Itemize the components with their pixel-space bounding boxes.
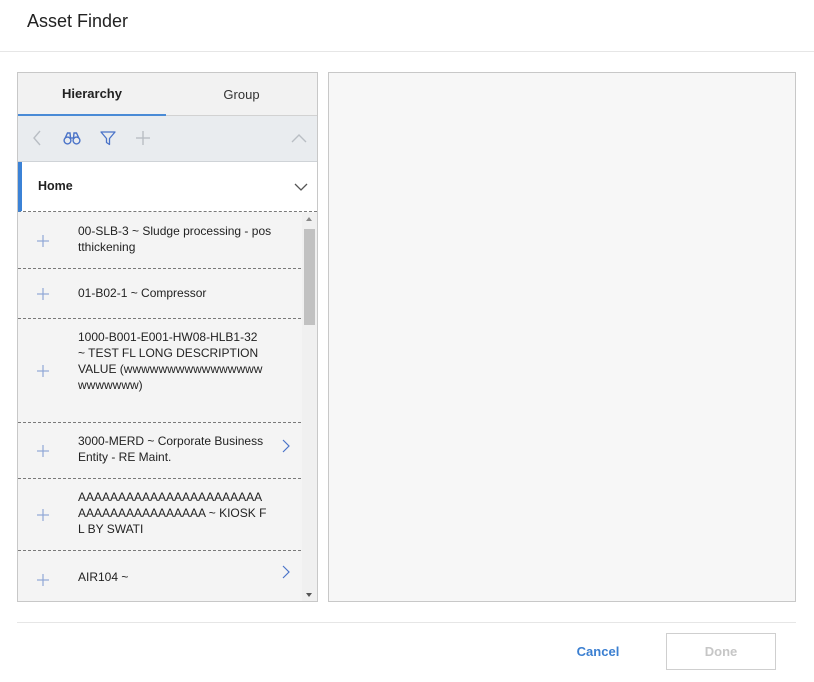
add-icon[interactable]: [36, 234, 50, 248]
tree-scrollbar[interactable]: [302, 213, 317, 601]
asset-tree-list: 00-SLB-3 ~ Sludge processing - postthick…: [18, 213, 301, 601]
scroll-up-icon[interactable]: [306, 217, 312, 221]
scrollbar-thumb[interactable]: [304, 229, 315, 325]
tab-group[interactable]: Group: [166, 73, 317, 116]
dialog-header: Asset Finder: [0, 0, 814, 52]
footer-divider: [17, 622, 796, 623]
dialog-title: Asset Finder: [27, 11, 129, 31]
tree-item-label: 1000-B001-E001-HW08-HLB1-32 ~ TEST FL LO…: [78, 330, 263, 392]
back-button[interactable]: [26, 127, 48, 149]
tree-item-label: AAAAAAAAAAAAAAAAAAAAAAAAAAAAAAAAAAAAAAA …: [78, 490, 267, 536]
home-label: Home: [38, 179, 73, 193]
binoculars-icon: [63, 132, 81, 145]
tree-item[interactable]: AAAAAAAAAAAAAAAAAAAAAAAAAAAAAAAAAAAAAAA …: [18, 479, 301, 551]
scroll-down-icon[interactable]: [306, 593, 312, 597]
tab-bar: Hierarchy Group: [18, 73, 317, 116]
tree-item[interactable]: 1000-B001-E001-HW08-HLB1-32 ~ TEST FL LO…: [18, 319, 301, 423]
home-node[interactable]: Home: [18, 162, 317, 212]
tree-item[interactable]: 00-SLB-3 ~ Sludge processing - postthick…: [18, 213, 301, 269]
chevron-right-icon[interactable]: [281, 565, 291, 579]
filter-icon: [100, 131, 116, 146]
add-icon[interactable]: [36, 364, 50, 378]
tree-item-label: 3000-MERD ~ Corporate Business Entity - …: [78, 434, 264, 464]
collapse-chevron-icon: [291, 134, 307, 143]
add-button[interactable]: [132, 127, 154, 149]
add-icon[interactable]: [36, 508, 50, 522]
tab-hierarchy[interactable]: Hierarchy: [18, 73, 166, 116]
tree-item[interactable]: 01-B02-1 ~ Compressor: [18, 269, 301, 319]
back-chevron-icon: [33, 130, 41, 146]
done-button[interactable]: Done: [666, 633, 776, 670]
add-icon: [136, 131, 150, 145]
add-icon[interactable]: [36, 573, 50, 587]
tree-item-label: 01-B02-1 ~ Compressor: [78, 286, 207, 300]
filter-button[interactable]: [97, 127, 119, 149]
tree-item[interactable]: 3000-MERD ~ Corporate Business Entity - …: [18, 423, 301, 479]
chevron-right-icon[interactable]: [281, 439, 291, 453]
details-panel: [328, 72, 796, 602]
tree-item[interactable]: AIR104 ~: [18, 551, 301, 601]
add-icon[interactable]: [36, 444, 50, 458]
search-button[interactable]: [61, 127, 83, 149]
tree-item-label: AIR104 ~: [78, 570, 129, 584]
tree-item-label: 00-SLB-3 ~ Sludge processing - postthick…: [78, 224, 272, 254]
add-icon[interactable]: [36, 287, 50, 301]
chevron-down-icon[interactable]: [293, 179, 309, 195]
asset-hierarchy-panel: Hierarchy Group Home 00-SLB-3 ~ Sludge p…: [17, 72, 318, 602]
hierarchy-toolbar: [18, 116, 317, 162]
collapse-button[interactable]: [288, 127, 310, 149]
cancel-button[interactable]: Cancel: [566, 636, 630, 666]
